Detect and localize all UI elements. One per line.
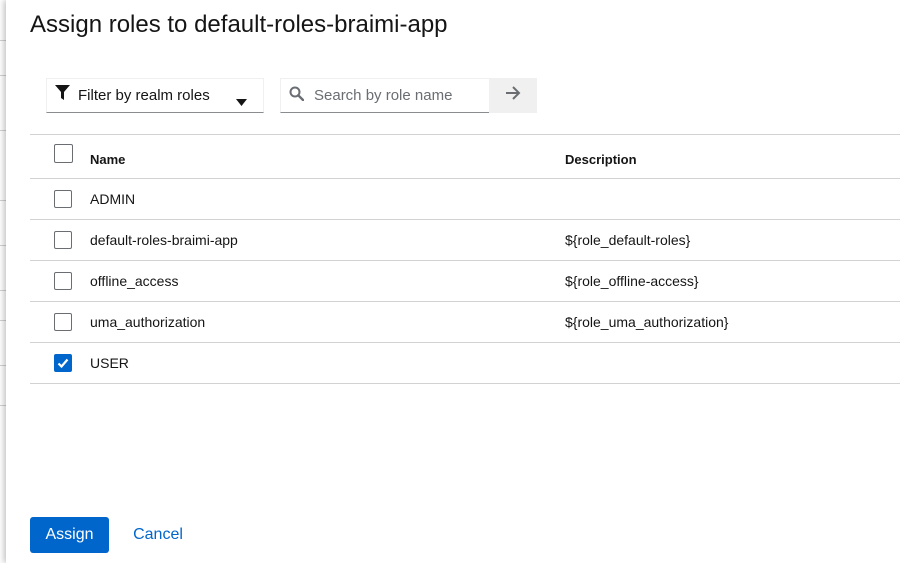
roles-table: Name Description ADMIN default-roles-bra… <box>30 134 900 384</box>
role-name: USER <box>90 355 129 371</box>
row-checkbox[interactable] <box>54 190 72 208</box>
assign-roles-dialog: Assign roles to default-roles-braimi-app… <box>6 0 900 563</box>
table-row[interactable]: uma_authorization ${role_uma_authorizati… <box>30 302 900 343</box>
role-name: uma_authorization <box>90 314 206 330</box>
table-row[interactable]: offline_access ${role_offline-access} <box>30 261 900 302</box>
column-header-name: Name <box>90 152 126 167</box>
role-description: ${role_offline-access} <box>565 273 699 289</box>
caret-down-icon <box>236 93 247 111</box>
cancel-button[interactable]: Cancel <box>121 517 195 553</box>
role-name: ADMIN <box>90 191 136 207</box>
table-row[interactable]: USER <box>30 343 900 384</box>
arrow-right-icon <box>505 86 521 105</box>
table-header-row: Name Description <box>30 134 900 179</box>
filter-icon <box>55 85 70 106</box>
filter-dropdown[interactable]: Filter by realm roles <box>46 78 264 113</box>
role-name: offline_access <box>90 273 179 289</box>
row-checkbox[interactable] <box>54 272 72 290</box>
role-description: ${role_default-roles} <box>565 232 691 248</box>
column-header-description: Description <box>565 152 637 167</box>
search-icon <box>289 86 305 106</box>
checkmark-icon <box>57 358 69 369</box>
search-box <box>280 78 489 113</box>
table-row[interactable]: default-roles-braimi-app ${role_default-… <box>30 220 900 261</box>
table-row[interactable]: ADMIN <box>30 179 900 220</box>
assign-button[interactable]: Assign <box>30 517 109 553</box>
filter-dropdown-label: Filter by realm roles <box>78 87 210 104</box>
row-checkbox[interactable] <box>54 313 72 331</box>
search-submit-button[interactable] <box>489 78 537 113</box>
dialog-title: Assign roles to default-roles-braimi-app <box>30 11 448 38</box>
role-name: default-roles-braimi-app <box>90 232 238 248</box>
select-all-checkbox[interactable] <box>54 144 73 163</box>
row-checkbox[interactable] <box>54 354 72 372</box>
row-checkbox[interactable] <box>54 231 72 249</box>
role-description: ${role_uma_authorization} <box>565 314 729 330</box>
search-input[interactable] <box>312 86 486 105</box>
